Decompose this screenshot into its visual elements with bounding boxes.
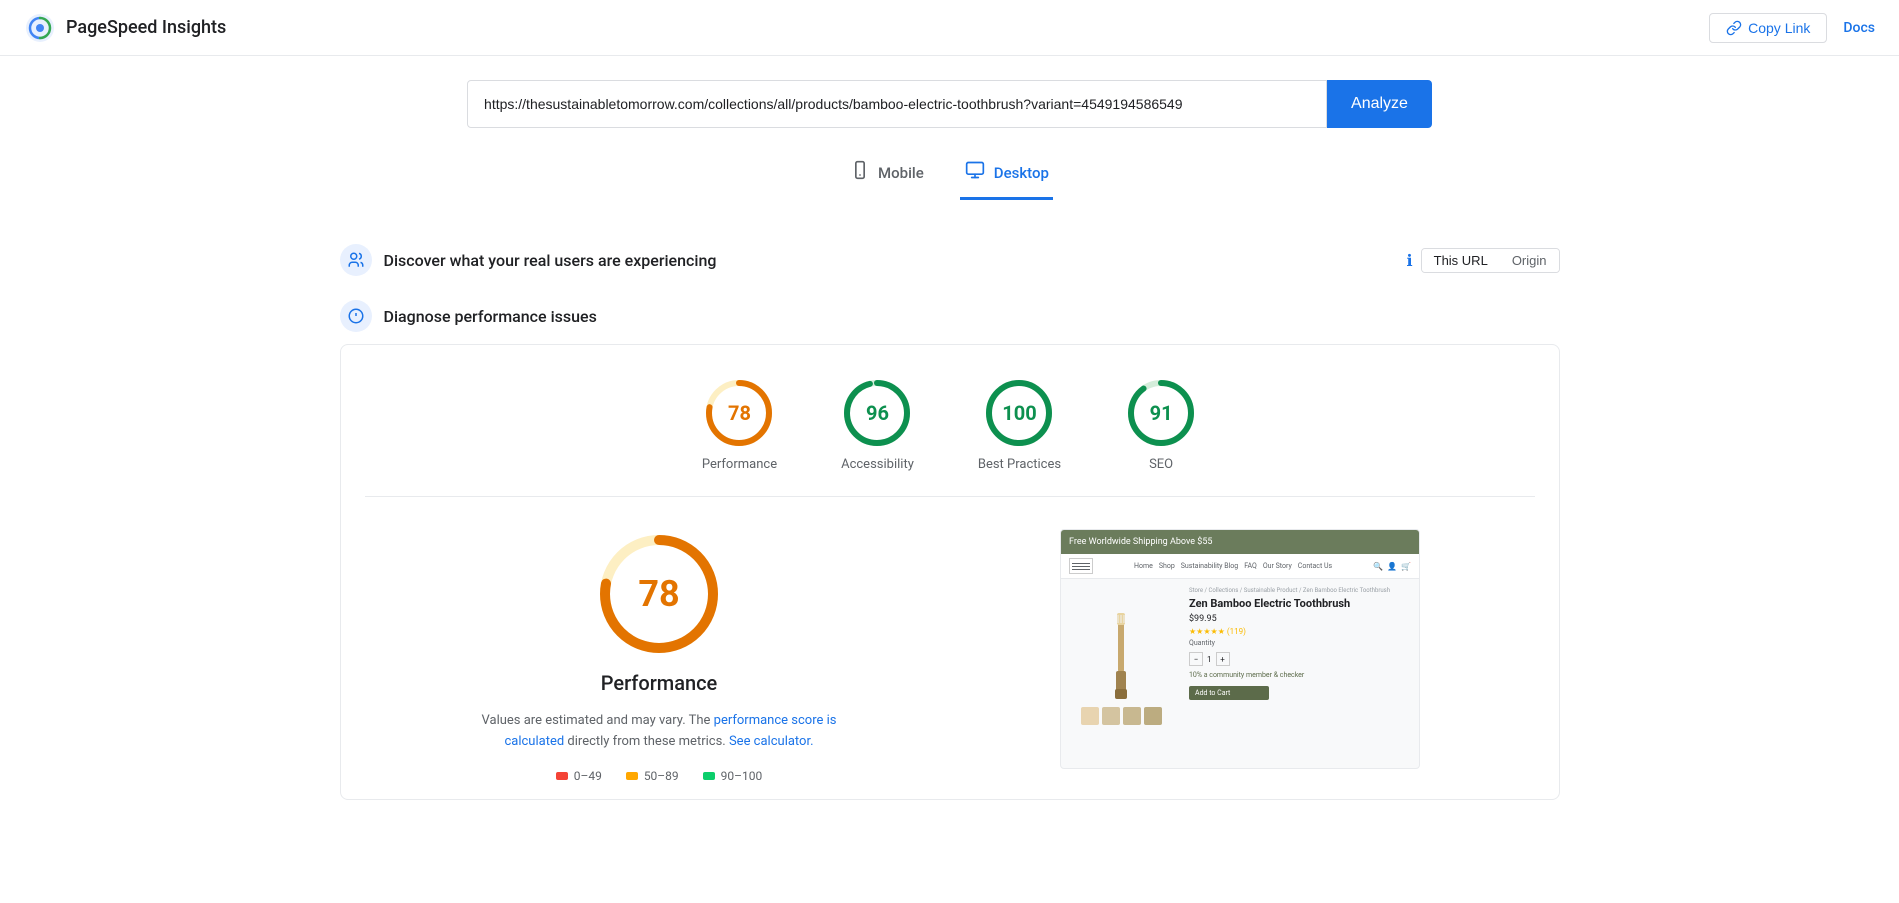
thumb-body: Store / Collections / Sustainable Produc… bbox=[1061, 579, 1419, 759]
accessibility-label: Accessibility bbox=[841, 457, 914, 472]
legend-green: 90–100 bbox=[703, 769, 763, 783]
divider bbox=[365, 496, 1535, 497]
copy-link-label: Copy Link bbox=[1748, 20, 1810, 36]
legend-yellow-label: 50–89 bbox=[644, 769, 679, 783]
tab-mobile-label: Mobile bbox=[878, 164, 924, 182]
diagnose-icon bbox=[340, 300, 372, 332]
toothbrush-illustration bbox=[1096, 613, 1146, 703]
tab-desktop[interactable]: Desktop bbox=[960, 152, 1053, 200]
diagnose-section[interactable]: Diagnose performance issues bbox=[340, 288, 1560, 344]
tab-mobile[interactable]: Mobile bbox=[846, 152, 928, 200]
legend-green-label: 90–100 bbox=[721, 769, 763, 783]
thumb-discount-text: 10% a community member & checker bbox=[1189, 671, 1411, 679]
perf-left: 78 Performance Values are estimated and … bbox=[389, 529, 930, 783]
info-icon[interactable]: ℹ bbox=[1407, 251, 1413, 270]
header-left: PageSpeed Insights bbox=[24, 12, 226, 44]
origin-button[interactable]: Origin bbox=[1500, 249, 1559, 272]
thumb-breadcrumb: Store / Collections / Sustainable Produc… bbox=[1189, 587, 1411, 594]
website-thumbnail: Free Worldwide Shipping Above $55 Home S… bbox=[1060, 529, 1420, 769]
thumb-stars: ★★★★★ (119) bbox=[1189, 627, 1411, 636]
score-card-performance: 78 Performance bbox=[702, 377, 777, 472]
score-card-best-practices: 100 Best Practices bbox=[978, 377, 1061, 472]
perf-right: Free Worldwide Shipping Above $55 Home S… bbox=[970, 529, 1511, 783]
thumb-product-images bbox=[1061, 579, 1181, 759]
big-score-circle: 78 bbox=[594, 529, 724, 659]
score-circle-accessibility: 96 bbox=[841, 377, 913, 449]
url-input[interactable] bbox=[484, 96, 1310, 112]
header-right: Copy Link Docs bbox=[1709, 13, 1875, 43]
real-users-section[interactable]: Discover what your real users are experi… bbox=[340, 232, 1560, 288]
performance-title: Performance bbox=[601, 671, 718, 695]
perf-legend: 0–49 50–89 90–100 bbox=[556, 769, 763, 783]
note-text: Values are estimated and may vary. The bbox=[482, 713, 711, 728]
copy-link-button[interactable]: Copy Link bbox=[1709, 13, 1827, 43]
accessibility-score: 96 bbox=[866, 401, 889, 425]
mobile-icon bbox=[850, 160, 870, 185]
header: PageSpeed Insights Copy Link Docs bbox=[0, 0, 1899, 56]
best-practices-label: Best Practices bbox=[978, 457, 1061, 472]
url-toggle: This URL Origin bbox=[1421, 248, 1560, 273]
qty-value: 1 bbox=[1207, 655, 1212, 664]
score-circle-seo: 91 bbox=[1125, 377, 1197, 449]
real-users-icon bbox=[340, 244, 372, 276]
psi-logo-icon bbox=[24, 12, 56, 44]
thumb-product-details: Store / Collections / Sustainable Produc… bbox=[1181, 579, 1419, 759]
analyze-button[interactable]: Analyze bbox=[1327, 80, 1432, 128]
link-icon bbox=[1726, 20, 1742, 36]
url-input-wrapper bbox=[467, 80, 1327, 128]
desktop-icon bbox=[964, 160, 986, 185]
qty-plus: + bbox=[1216, 652, 1230, 666]
thumb-nav-links: Home Shop Sustainability Blog FAQ Our St… bbox=[1134, 562, 1332, 570]
diagnose-label: Diagnose performance issues bbox=[384, 307, 597, 326]
legend-dot-red bbox=[556, 772, 568, 780]
thumb-img-4 bbox=[1144, 707, 1162, 725]
thumb-img-2 bbox=[1102, 707, 1120, 725]
score-cards: 78 Performance 96 Accessibility bbox=[365, 377, 1535, 472]
thumb-header-text: Free Worldwide Shipping Above $55 bbox=[1069, 537, 1212, 547]
legend-dot-yellow bbox=[626, 772, 638, 780]
seo-label: SEO bbox=[1149, 457, 1173, 472]
section-header-right: ℹ This URL Origin bbox=[1407, 248, 1560, 273]
big-performance-score: 78 bbox=[638, 573, 679, 615]
thumb-product-title: Zen Bamboo Electric Toothbrush bbox=[1189, 597, 1411, 611]
tab-desktop-label: Desktop bbox=[994, 164, 1049, 182]
thumb-nav-icons: 🔍 👤 🛒 bbox=[1373, 562, 1411, 571]
real-users-label: Discover what your real users are experi… bbox=[384, 251, 717, 270]
score-card-seo: 91 SEO bbox=[1125, 377, 1197, 472]
thumb-nav: Home Shop Sustainability Blog FAQ Our St… bbox=[1061, 554, 1419, 579]
thumb-small-images bbox=[1081, 707, 1162, 725]
note-middle: directly from these metrics. bbox=[567, 734, 729, 749]
legend-red: 0–49 bbox=[556, 769, 602, 783]
legend-red-label: 0–49 bbox=[574, 769, 602, 783]
thumb-quantity: Quantity bbox=[1189, 639, 1411, 647]
score-card-accessibility: 96 Accessibility bbox=[841, 377, 914, 472]
main-content: Analyze Mobile Desktop bbox=[300, 56, 1600, 848]
thumb-img-3 bbox=[1123, 707, 1141, 725]
performance-score: 78 bbox=[728, 401, 751, 425]
url-section: Analyze bbox=[340, 80, 1560, 128]
thumb-img-1 bbox=[1081, 707, 1099, 725]
hamburger-icon bbox=[1069, 558, 1093, 574]
performance-label: Performance bbox=[702, 457, 777, 472]
score-circle-performance: 78 bbox=[703, 377, 775, 449]
calculator-link[interactable]: See calculator. bbox=[729, 734, 814, 749]
seo-score: 91 bbox=[1150, 401, 1173, 425]
device-tabs: Mobile Desktop bbox=[340, 152, 1560, 200]
score-circle-best-practices: 100 bbox=[983, 377, 1055, 449]
app-title: PageSpeed Insights bbox=[66, 17, 226, 38]
thumb-add-to-cart: Add to Cart bbox=[1189, 686, 1269, 700]
qty-minus: − bbox=[1189, 652, 1203, 666]
this-url-button[interactable]: This URL bbox=[1422, 249, 1500, 272]
legend-yellow: 50–89 bbox=[626, 769, 679, 783]
docs-link[interactable]: Docs bbox=[1843, 20, 1875, 36]
legend-dot-green bbox=[703, 772, 715, 780]
perf-detail: 78 Performance Values are estimated and … bbox=[365, 529, 1535, 783]
best-practices-score: 100 bbox=[1002, 401, 1036, 425]
thumb-header-bar: Free Worldwide Shipping Above $55 bbox=[1061, 530, 1419, 554]
thumb-price: $99.95 bbox=[1189, 614, 1411, 624]
thumb-qty-controls: − 1 + bbox=[1189, 652, 1411, 666]
score-section: 78 Performance 96 Accessibility bbox=[340, 344, 1560, 800]
performance-note: Values are estimated and may vary. The p… bbox=[469, 711, 849, 753]
